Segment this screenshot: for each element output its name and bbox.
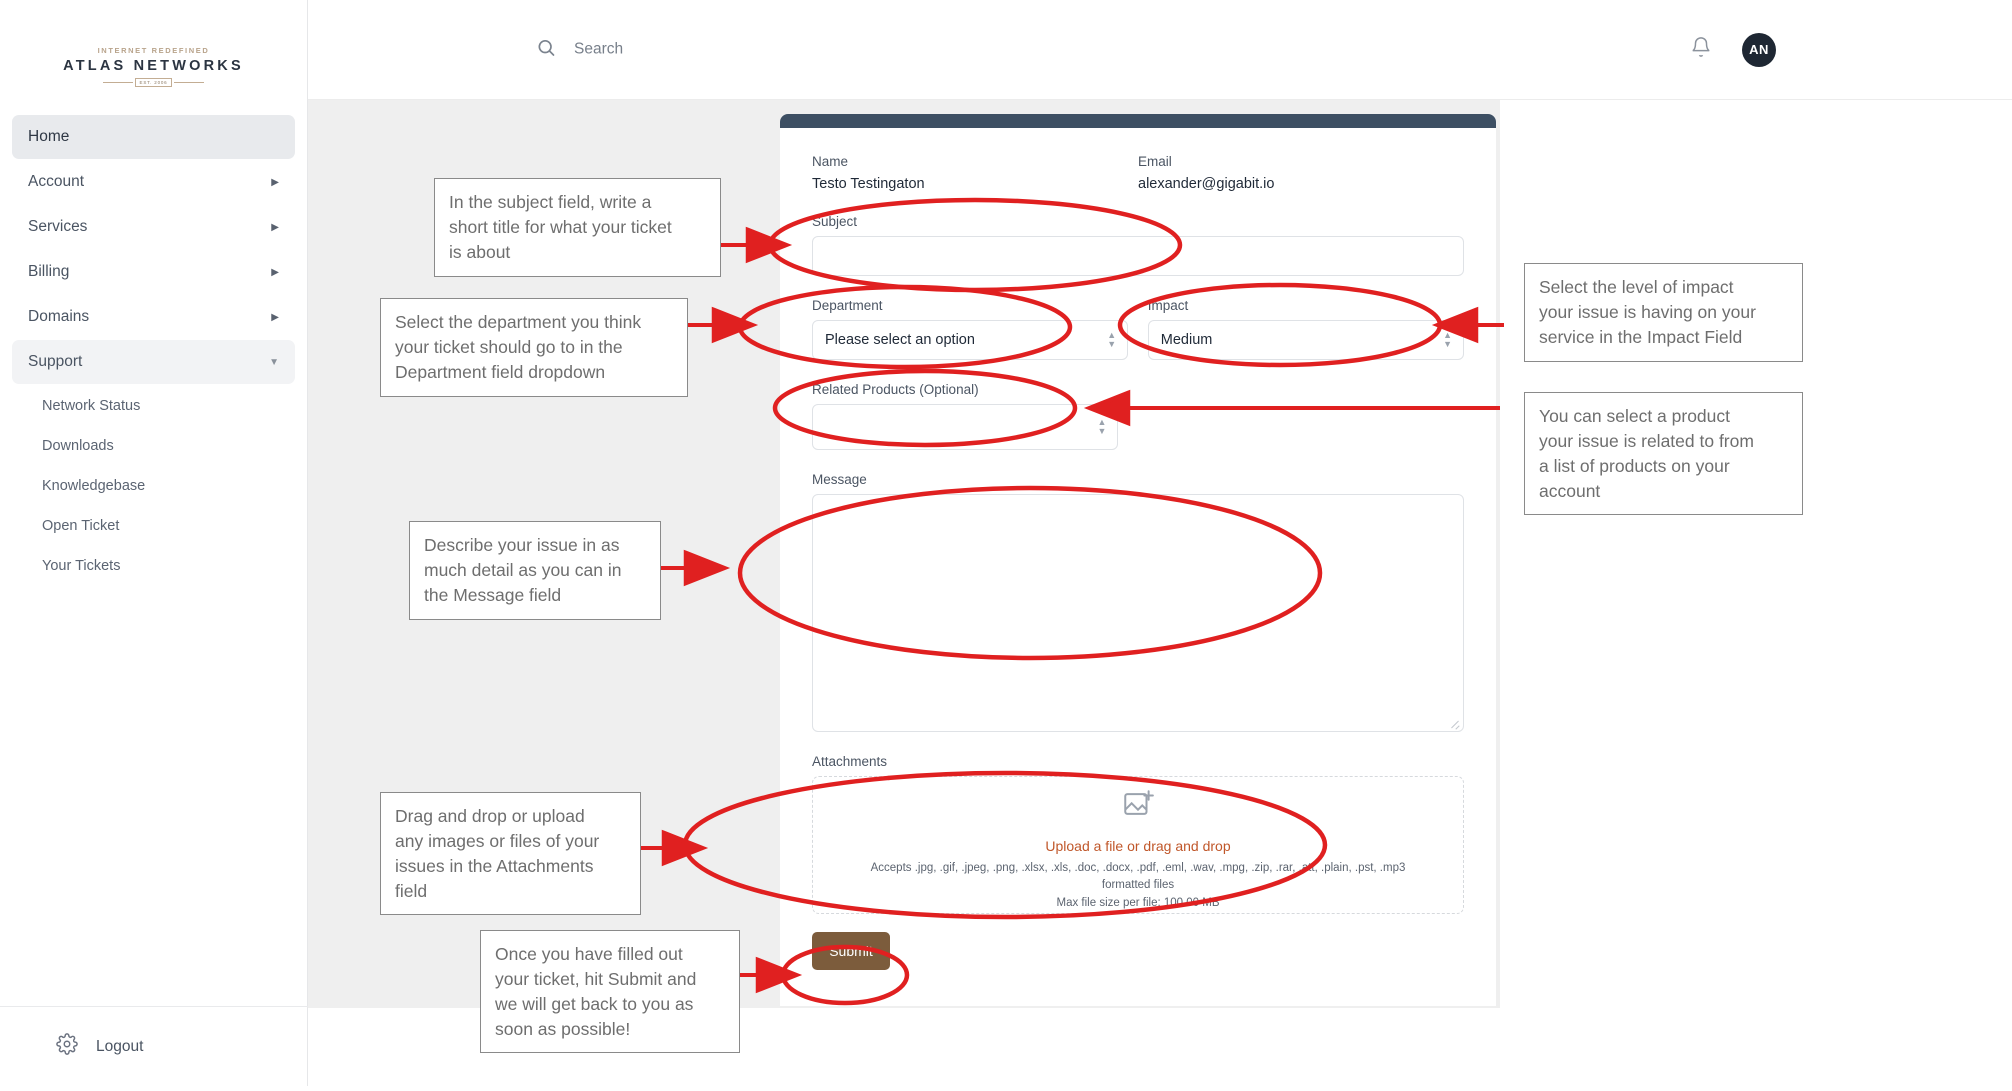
sidebar-item-services[interactable]: Services ▶ [12,205,295,249]
department-select[interactable]: Please select an option [812,320,1129,360]
department-impact-row: Department Please select an option ▲ ▼ Im… [812,298,1464,360]
sidebar-item-account[interactable]: Account ▶ [12,160,295,204]
callout-impact: Select the level of impact your issue is… [1524,263,1803,362]
attachments-group: Attachments Upload a file or drag and dr… [812,754,1464,914]
sidebar-item-billing-label: Billing [28,263,70,280]
sidebar-item-your-tickets[interactable]: Your Tickets [12,546,295,586]
image-plus-icon [1121,787,1155,826]
sidebar-subitem-label: Knowledgebase [42,478,146,494]
message-label: Message [812,472,867,487]
sidebar-item-home-label: Home [28,128,70,145]
related-products-label: Related Products (Optional) [812,382,979,397]
max-file-size-text: Max file size per file: 100.00 MB [1056,897,1220,910]
impact-label: Impact [1147,298,1189,313]
sidebar-item-downloads[interactable]: Downloads [12,426,295,466]
file-dropzone[interactable]: Upload a file or drag and drop Accepts .… [812,776,1464,914]
search-icon [536,37,556,62]
department-select-wrap: Please select an option ▲ ▼ [812,320,1129,360]
upload-cta-link[interactable]: Upload a file or drag and drop [1045,838,1230,854]
sidebar-item-account-label: Account [28,173,85,190]
chevron-right-icon: ▶ [271,221,279,233]
sidebar-item-support-label: Support [28,353,83,370]
logo-banner-left-bar [102,81,133,84]
name-email-row: Name Testo Testingaton Email alexander@g… [812,154,1464,192]
name-label: Name [812,154,849,169]
attachments-label: Attachments [812,754,888,769]
content-area: Name Testo Testingaton Email alexander@g… [308,100,1500,1008]
related-products-select-wrap: ▲ ▼ [812,404,1119,450]
subject-label: Subject [812,214,858,229]
sidebar-item-domains[interactable]: Domains ▶ [12,295,295,339]
logo-tagline: INTERNET REDEFINED [97,46,210,55]
accepted-formats-text: Accepts .jpg, .gif, .jpeg, .png, .xlsx, … [870,861,1406,891]
sidebar-item-support[interactable]: Support ▼ [12,340,295,384]
sidebar-item-home[interactable]: Home [12,115,295,159]
logout-label: Logout [96,1037,144,1055]
impact-select[interactable]: Medium [1147,320,1464,360]
chevron-down-icon: ▼ [269,356,279,368]
ticket-form-card: Name Testo Testingaton Email alexander@g… [780,114,1496,1006]
impact-group: Impact Medium ▲ ▼ [1147,298,1464,360]
department-group: Department Please select an option ▲ ▼ [812,298,1129,360]
logout-button[interactable]: Logout [0,1006,308,1086]
sidebar-item-open-ticket[interactable]: Open Ticket [12,506,295,546]
avatar[interactable]: AN [1742,32,1776,67]
card-header-bar [780,114,1496,128]
subject-group: Subject [812,214,1464,276]
logo-banner-right-bar [174,81,205,84]
logo-wordmark: ATLAS NETWORKS [63,58,244,74]
sidebar-subitem-label: Open Ticket [42,518,120,534]
department-label: Department [812,298,883,313]
email-label: Email [1138,154,1172,169]
logo-est-banner: EST. 2006 [54,78,254,87]
brand-logo[interactable]: INTERNET REDEFINED ATLAS NETWORKS EST. 2… [54,46,254,87]
resize-handle[interactable] [1450,718,1460,728]
gear-icon [56,1033,78,1060]
email-value: alexander@gigabit.io [1138,176,1275,192]
sidebar-item-domains-label: Domains [28,308,90,325]
sidebar: INTERNET REDEFINED ATLAS NETWORKS EST. 2… [0,0,308,1086]
top-bar: Search AN [308,0,2012,100]
message-group: Message [812,472,1464,732]
sidebar-nav: Home Account ▶ Services ▶ Billing ▶ Doma… [0,115,307,384]
bell-icon[interactable] [1690,36,1712,63]
sidebar-item-billing[interactable]: Billing ▶ [12,250,295,294]
sidebar-subnav-support: Network Status Downloads Knowledgebase O… [0,386,307,586]
topbar-actions: AN [1690,32,1776,67]
sidebar-item-services-label: Services [28,218,88,235]
search-input[interactable]: Search [536,37,623,62]
sidebar-item-network-status[interactable]: Network Status [12,386,295,426]
sidebar-subitem-label: Downloads [42,438,114,454]
ticket-form: Name Testo Testingaton Email alexander@g… [780,128,1496,970]
sidebar-subitem-label: Network Status [42,398,141,414]
message-textarea[interactable] [812,494,1464,732]
chevron-right-icon: ▶ [271,266,279,278]
submit-button[interactable]: Submit [812,932,890,970]
chevron-right-icon: ▶ [271,176,279,188]
sidebar-subitem-label: Your Tickets [42,558,121,574]
related-products-group: Related Products (Optional) ▲ ▼ [812,382,1464,450]
email-block: Email alexander@gigabit.io [1138,154,1464,192]
chevron-right-icon: ▶ [271,311,279,323]
logo-est-text: EST. 2006 [134,78,173,87]
name-block: Name Testo Testingaton [812,154,1138,192]
impact-select-wrap: Medium ▲ ▼ [1147,320,1464,360]
sidebar-item-knowledgebase[interactable]: Knowledgebase [12,466,295,506]
callout-related-products: You can select a product your issue is r… [1524,392,1803,516]
name-value: Testo Testingaton [812,176,925,192]
subject-input[interactable] [812,236,1464,276]
search-placeholder: Search [574,40,624,58]
related-products-select[interactable] [812,404,1119,450]
